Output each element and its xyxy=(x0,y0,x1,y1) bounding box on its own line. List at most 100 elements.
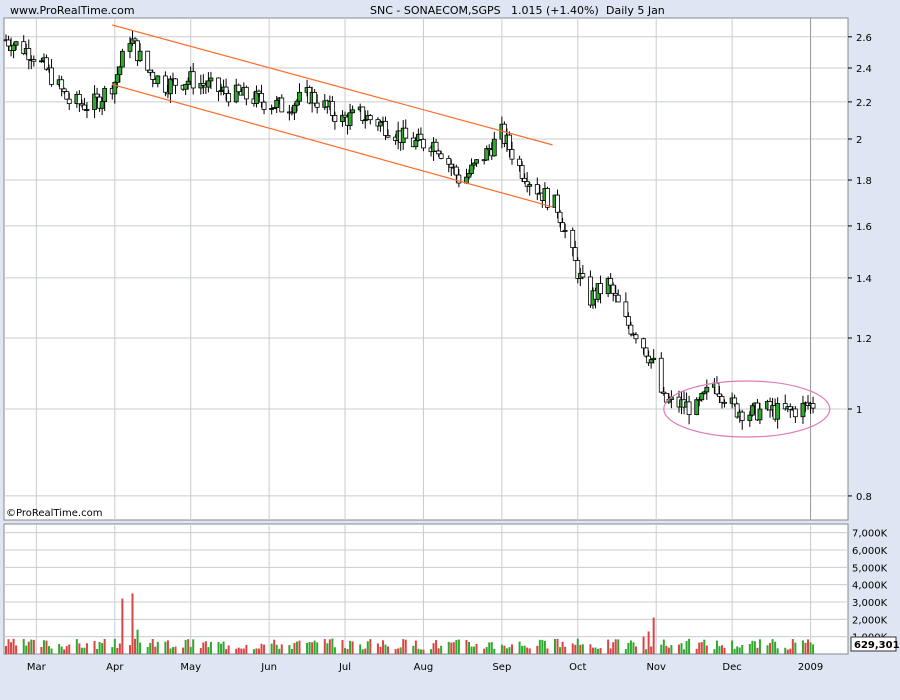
volume-bar xyxy=(237,647,240,654)
volume-bar xyxy=(493,648,496,654)
volume-bar xyxy=(662,639,665,654)
volume-bar xyxy=(15,645,18,654)
volume-bar xyxy=(225,649,228,654)
candle-body xyxy=(216,77,221,92)
volume-bar xyxy=(455,639,458,654)
x-tick-label: 2009 xyxy=(798,662,823,673)
volume-bar xyxy=(333,647,336,654)
x-tick-label: Dec xyxy=(722,662,741,673)
x-tick-label: Jun xyxy=(260,662,277,673)
x-axis: Mar Apr May Jun Jul Aug Sep Oct Nov Dec 2009 xyxy=(27,662,823,673)
volume-bar xyxy=(40,647,43,654)
candle-body xyxy=(332,115,338,122)
volume-bar xyxy=(543,641,546,654)
candle-body xyxy=(208,77,214,82)
volume-bar xyxy=(10,642,13,654)
volume-panel xyxy=(3,523,849,655)
volume-bar xyxy=(599,648,602,654)
volume-bar xyxy=(503,645,506,654)
candle-body xyxy=(314,102,320,108)
volume-bar xyxy=(187,639,190,654)
candle-body xyxy=(173,78,178,86)
volume-bar xyxy=(541,639,544,654)
volume-y-axis: 1,000K2,000K3,000K4,000K5,000K6,000K7,00… xyxy=(852,529,888,644)
volume-bar xyxy=(554,638,557,654)
candle-body xyxy=(527,184,533,187)
volume-bar xyxy=(346,648,349,654)
candle-body xyxy=(223,86,229,94)
volume-bar xyxy=(756,647,759,654)
candle-body xyxy=(329,101,335,116)
volume-bar xyxy=(220,643,223,654)
candle-body xyxy=(259,93,264,103)
y-tick-label: 6,000K xyxy=(852,546,888,557)
volume-bar xyxy=(146,646,149,654)
candle-body xyxy=(403,127,409,139)
candle-body xyxy=(49,67,54,85)
volume-bar xyxy=(457,639,460,654)
volume-bar xyxy=(182,647,185,654)
volume-bar xyxy=(369,639,372,654)
volume-bar xyxy=(341,640,344,654)
y-tick-label: 1.4 xyxy=(856,274,872,285)
candle-body xyxy=(438,153,444,159)
volume-bar xyxy=(131,593,134,654)
y-tick-label: 3,000K xyxy=(852,598,888,609)
candle-body xyxy=(312,92,318,104)
volume-bar xyxy=(134,638,137,654)
volume-bar xyxy=(68,644,71,654)
y-tick-label: 0.8 xyxy=(856,492,872,503)
volume-bar xyxy=(561,641,564,654)
candle-body xyxy=(608,278,614,286)
volume-bar xyxy=(154,646,157,654)
volume-bar xyxy=(290,649,293,654)
volume-bar xyxy=(731,640,734,654)
volume-bar xyxy=(505,648,508,654)
volume-bar xyxy=(473,646,476,654)
volume-bar xyxy=(508,647,511,654)
volume-bar xyxy=(344,648,347,654)
volume-bar xyxy=(313,640,316,654)
volume-bar xyxy=(166,640,169,654)
volume-bar xyxy=(753,641,756,654)
volume-bar xyxy=(723,647,726,654)
volume-bar xyxy=(786,649,789,654)
volume-bar xyxy=(235,648,238,654)
y-tick-label: 7,000K xyxy=(852,529,888,540)
volume-bar xyxy=(192,639,195,654)
volume-bar xyxy=(559,647,562,654)
candle-body xyxy=(557,211,563,224)
candle-body xyxy=(699,392,705,401)
volume-bar xyxy=(758,639,761,654)
volume-bar xyxy=(326,643,329,654)
volume-bar xyxy=(607,639,610,654)
site-url[interactable]: www.ProRealTime.com xyxy=(10,4,135,17)
candle-body xyxy=(598,283,603,295)
candle-body xyxy=(383,120,388,136)
volume-bar xyxy=(293,643,296,654)
x-tick-label: Mar xyxy=(27,662,47,673)
candle-body xyxy=(99,101,105,109)
volume-bar xyxy=(101,643,104,654)
volume-bar xyxy=(677,644,680,654)
candle-body xyxy=(360,106,366,122)
volume-bar xyxy=(45,640,48,654)
candle-body xyxy=(137,50,143,62)
volume-bar xyxy=(351,641,354,654)
candle-body xyxy=(183,83,189,90)
volume-bar xyxy=(556,638,559,654)
watermark: ©ProRealTime.com xyxy=(6,508,102,519)
volume-bar xyxy=(222,641,225,654)
candle-body xyxy=(466,173,472,178)
y-tick-label: 1.6 xyxy=(856,222,872,233)
candle-body xyxy=(651,357,657,361)
volume-bar xyxy=(394,649,397,654)
volume-bar xyxy=(511,644,513,654)
volume-bar xyxy=(242,648,245,654)
volume-bar xyxy=(713,649,716,654)
volume-bar xyxy=(801,640,804,654)
volume-bar xyxy=(521,645,524,654)
volume-bar xyxy=(450,642,453,654)
volume-bar xyxy=(523,645,526,654)
y-tick-label: 2.2 xyxy=(856,98,872,109)
